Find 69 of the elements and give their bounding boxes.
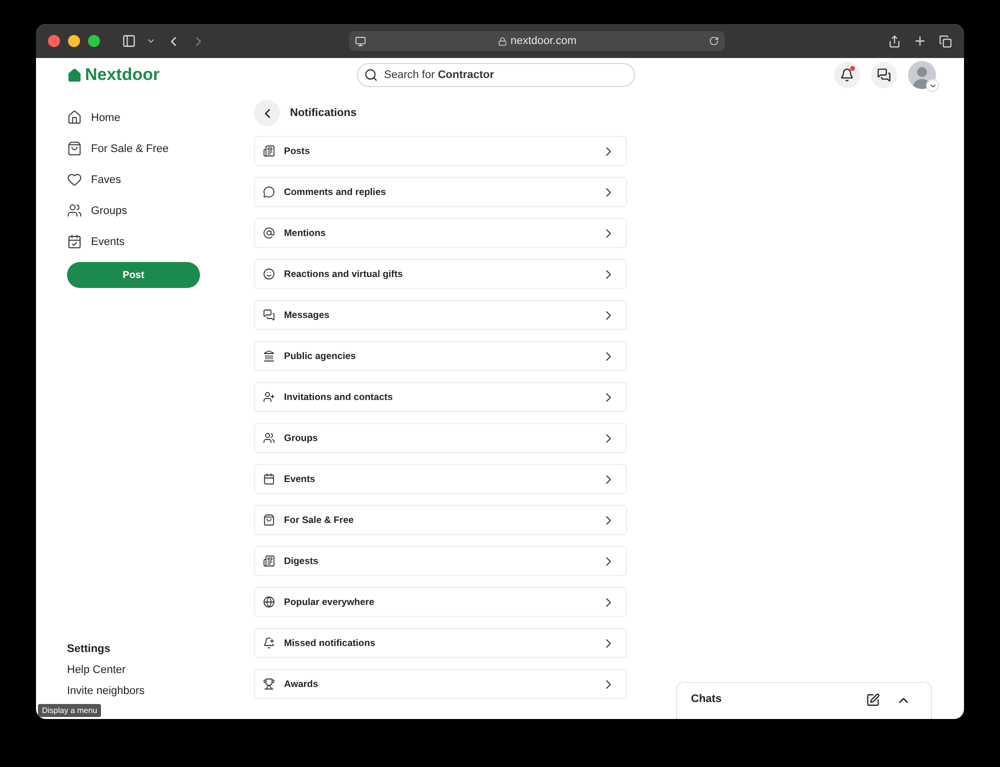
sidebar-item[interactable]: Groups: [67, 195, 254, 226]
newspaper-icon: [263, 145, 275, 157]
settings-row[interactable]: For Sale & Free: [254, 505, 627, 535]
zoom-window-button[interactable]: [88, 35, 100, 47]
shopping-bag-icon: [67, 141, 82, 156]
settings-row[interactable]: Missed notifications: [254, 628, 627, 658]
bell-plus-icon: [263, 637, 275, 649]
search-prompt: Search for Contractor: [384, 69, 494, 81]
sidebar-item[interactable]: Home: [67, 102, 254, 133]
people-icon: [67, 203, 82, 218]
settings-row[interactable]: Digests: [254, 546, 627, 576]
sidebar-icon[interactable]: [122, 34, 136, 48]
avatar-button[interactable]: [908, 61, 936, 89]
shopping-bag-icon: [263, 514, 275, 526]
settings-row[interactable]: Groups: [254, 423, 627, 453]
smiley-icon: [263, 268, 275, 280]
settings-row[interactable]: Posts: [254, 136, 627, 166]
settings-row[interactable]: Public agencies: [254, 341, 627, 371]
settings-row[interactable]: Popular everywhere: [254, 587, 627, 617]
globe-icon: [263, 596, 275, 608]
sidebar-item[interactable]: Faves: [67, 164, 254, 195]
lock-icon: [498, 36, 508, 46]
sidebar-item[interactable]: Events: [67, 226, 254, 257]
bell-icon: [840, 68, 854, 82]
back-button[interactable]: [254, 100, 280, 126]
trophy-icon: [263, 678, 275, 690]
settings-row[interactable]: Awards: [254, 669, 627, 699]
monitor-icon: [355, 36, 366, 46]
close-window-button[interactable]: [48, 35, 60, 47]
at-sign-icon: [263, 227, 275, 239]
share-icon[interactable]: [888, 34, 901, 48]
heart-icon: [67, 172, 82, 187]
bank-building-icon: [263, 350, 275, 362]
url-text: nextdoor.com: [510, 35, 577, 47]
speech-bubble-icon: [263, 186, 275, 198]
sidebar-item[interactable]: For Sale & Free: [67, 133, 254, 164]
newspaper-icon: [263, 555, 275, 567]
calendar-icon: [263, 473, 275, 485]
tooltip: Display a menu: [38, 704, 102, 717]
chat-bubbles-icon: [877, 68, 891, 82]
reload-icon[interactable]: [709, 36, 719, 46]
notifications-button[interactable]: [834, 62, 860, 88]
house-icon: [67, 110, 82, 125]
settings-row[interactable]: Messages: [254, 300, 627, 330]
calendar-check-icon: [67, 234, 82, 249]
search-field[interactable]: Search for Contractor: [357, 63, 635, 87]
settings-row[interactable]: Reactions and virtual gifts: [254, 259, 627, 289]
footer-link[interactable]: Help Center: [67, 663, 254, 678]
logo[interactable]: Nextdoor: [67, 65, 357, 85]
compose-icon[interactable]: [866, 693, 880, 707]
add-person-icon: [263, 391, 275, 403]
settings-row[interactable]: Events: [254, 464, 627, 494]
chat-bubbles-icon: [263, 309, 275, 321]
settings-row[interactable]: Comments and replies: [254, 177, 627, 207]
minimize-window-button[interactable]: [68, 35, 80, 47]
page-title: Notifications: [290, 107, 357, 119]
settings-link[interactable]: Settings: [67, 642, 254, 657]
search-icon: [364, 68, 378, 82]
messages-button[interactable]: [871, 62, 897, 88]
new-tab-icon[interactable]: [913, 34, 927, 48]
settings-row[interactable]: Invitations and contacts: [254, 382, 627, 412]
people-icon: [263, 432, 275, 444]
address-bar[interactable]: nextdoor.com: [349, 31, 725, 51]
chevron-down-icon: [926, 79, 939, 92]
tabs-overview-icon[interactable]: [939, 34, 952, 48]
settings-row[interactable]: Mentions: [254, 218, 627, 248]
footer-link[interactable]: Invite neighbors: [67, 684, 254, 699]
chats-title: Chats: [691, 693, 723, 705]
post-button[interactable]: Post: [67, 262, 200, 288]
